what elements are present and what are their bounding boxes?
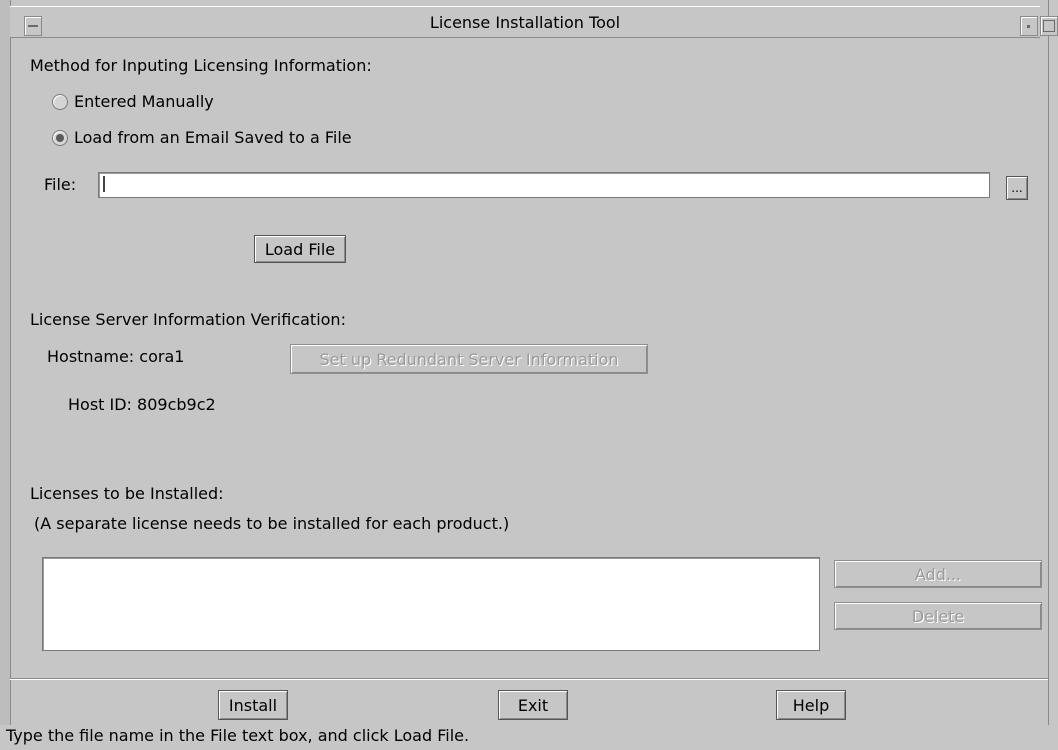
radio-label: Entered Manually [74, 92, 214, 111]
delete-license-button[interactable]: Delete [834, 602, 1042, 630]
title-bar[interactable]: License Installation Tool [10, 6, 1058, 38]
footer-separator [10, 678, 1048, 680]
status-message: Type the file name in the File text box,… [6, 726, 470, 745]
browse-button[interactable]: ... [1006, 176, 1028, 200]
minimize-icon[interactable] [1020, 16, 1038, 36]
file-label: File: [44, 175, 77, 194]
window-title: License Installation Tool [429, 13, 621, 32]
redundant-server-button[interactable]: Set up Redundant Server Information [290, 344, 648, 374]
window-right-border [1048, 0, 1058, 725]
license-installation-window: License Installation Tool Method for Inp… [0, 0, 1058, 750]
method-heading: Method for Inputing Licensing Informatio… [30, 56, 372, 75]
licenses-heading: Licenses to be Installed: [30, 484, 224, 503]
licenses-list[interactable] [42, 557, 820, 651]
help-button[interactable]: Help [776, 690, 846, 720]
add-license-button[interactable]: Add... [834, 560, 1042, 588]
file-input[interactable] [98, 172, 990, 198]
radio-button-icon[interactable] [52, 93, 68, 110]
radio-label: Load from an Email Saved to a File [74, 128, 352, 147]
licenses-note: (A separate license needs to be installe… [34, 514, 510, 533]
text-cursor [103, 176, 105, 192]
window-left-border [0, 0, 11, 725]
radio-entered-manually[interactable]: Entered Manually [52, 92, 214, 111]
radio-load-from-email[interactable]: Load from an Email Saved to a File [52, 128, 352, 147]
server-heading: License Server Information Verification: [30, 310, 346, 329]
load-file-button[interactable]: Load File [254, 235, 346, 263]
maximize-icon[interactable] [1040, 16, 1058, 36]
exit-button[interactable]: Exit [498, 690, 568, 720]
hostid-label: Host ID: 809cb9c2 [68, 395, 216, 414]
hostname-label: Hostname: cora1 [47, 347, 185, 366]
install-button[interactable]: Install [218, 690, 288, 720]
radio-button-checked-icon[interactable] [52, 129, 68, 146]
